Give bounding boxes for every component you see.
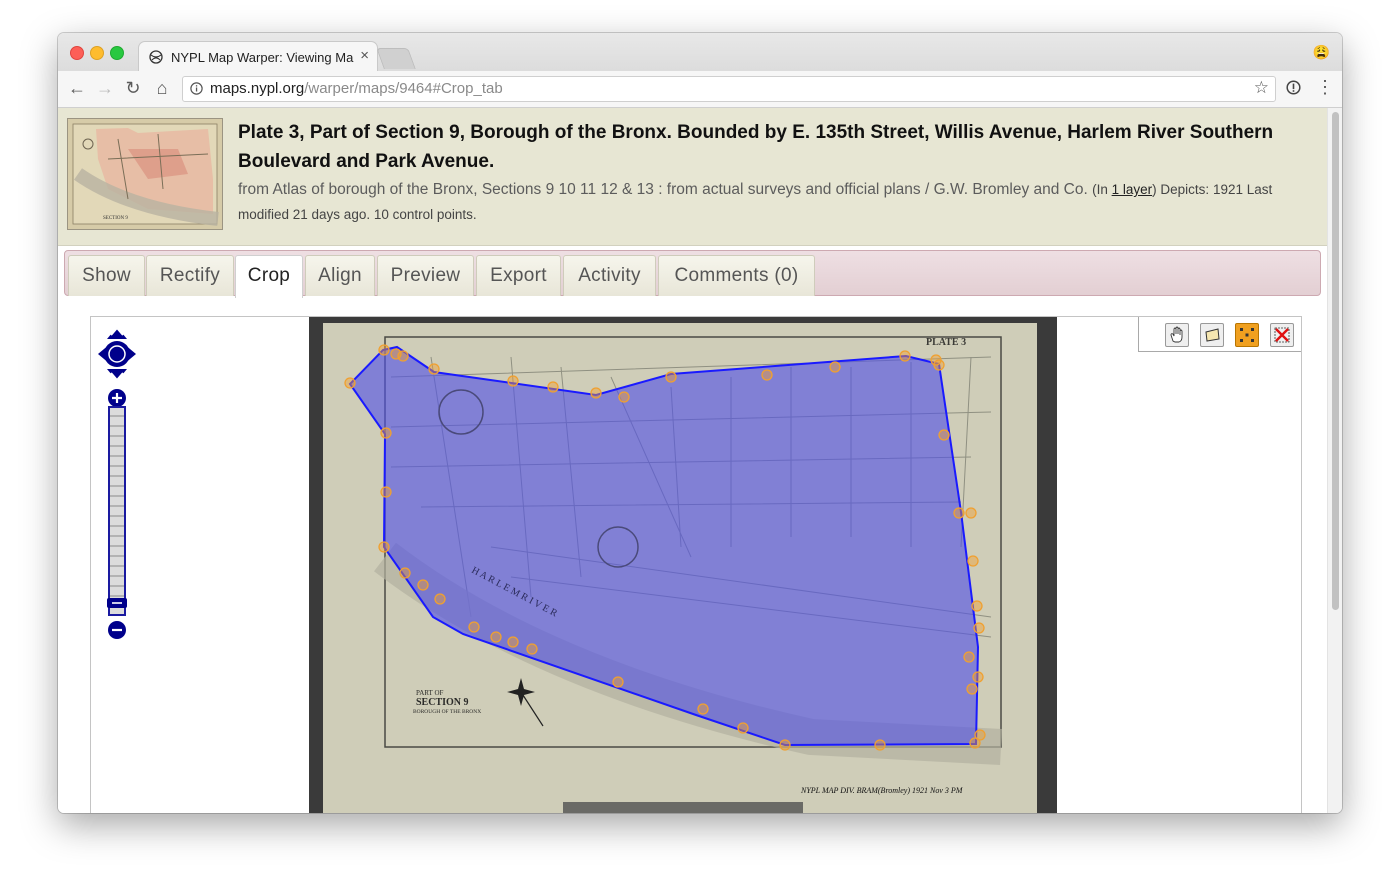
tab-rectify[interactable]: Rectify (146, 255, 234, 296)
handwritten-note: NYPL MAP DIV. BRAM(Bromley) 1921 Nov 3 P… (800, 786, 964, 795)
browser-toolbar: ← → ↻ ⌂ maps.nypl.org/warper/maps/9464#C… (58, 71, 1342, 108)
zoom-slider-track[interactable] (108, 406, 126, 616)
control-points: 10 control points. (373, 207, 477, 222)
close-window-button[interactable] (70, 46, 84, 60)
svg-text:SECTION 9: SECTION 9 (103, 216, 128, 221)
edit-toolbar (1138, 317, 1301, 352)
tab-bar: NYPL Map Warper: Viewing Ma × 😩 (58, 33, 1342, 72)
depicts-year: Depicts: 1921 (1160, 182, 1243, 197)
zoom-control[interactable] (107, 389, 127, 639)
tab-close-icon[interactable]: × (360, 47, 369, 64)
pan-control[interactable] (98, 326, 136, 382)
pan-icon[interactable] (1165, 323, 1189, 347)
browser-window: NYPL Map Warper: Viewing Ma × 😩 ← → ↻ ⌂ … (58, 33, 1342, 813)
new-tab-button[interactable] (376, 48, 416, 69)
back-arrow-icon[interactable]: ← (66, 78, 88, 98)
home-icon[interactable]: ⌂ (151, 78, 173, 98)
url-host: maps.nypl.org (210, 80, 305, 97)
map-title: Plate 3, Part of Section 9, Borough of t… (238, 122, 1274, 172)
map-meta: from Atlas of borough of the Bronx, Sect… (238, 177, 1318, 227)
info-icon[interactable] (190, 82, 203, 95)
map-source: from Atlas of borough of the Bronx, Sect… (238, 181, 1088, 198)
zoom-window-button[interactable] (110, 46, 124, 60)
layer-suffix: ) (1152, 182, 1157, 197)
page-content: SECTION 9 Plate 3, Part of Section 9, Bo… (58, 108, 1327, 813)
tab-activity[interactable]: Activity (563, 255, 656, 296)
bookmark-star-icon[interactable]: ☆ (1254, 78, 1269, 98)
forward-arrow-icon[interactable]: → (94, 78, 116, 98)
globe-icon (149, 50, 163, 64)
reload-icon[interactable]: ↻ (122, 78, 144, 98)
browser-tab[interactable]: NYPL Map Warper: Viewing Ma × (138, 41, 378, 72)
map-canvas[interactable]: PLATE 3 PART OF SECTION 9 BOROUGH OF THE… (91, 317, 1301, 813)
delete-icon[interactable] (1270, 323, 1294, 347)
page-scrollbar[interactable] (1327, 108, 1342, 813)
map-tabs: Show Rectify Crop Align Preview Export A… (64, 250, 1321, 298)
plate-label: PLATE 3 (926, 337, 966, 348)
scrollbar-thumb[interactable] (1332, 112, 1339, 610)
extension-info-icon[interactable] (1286, 80, 1301, 95)
map-thumbnail[interactable]: SECTION 9 (67, 118, 223, 230)
profile-icon[interactable]: 😩 (1313, 44, 1330, 61)
address-bar[interactable]: maps.nypl.org/warper/maps/9464#Crop_tab … (182, 76, 1276, 102)
tab-title: NYPL Map Warper: Viewing Ma (171, 50, 354, 65)
tab-export[interactable]: Export (476, 255, 561, 296)
layer-prefix: (In (1092, 182, 1112, 197)
browser-menu-icon[interactable]: ⋮ (1316, 77, 1334, 98)
section-label-2: SECTION 9 (416, 697, 469, 708)
layer-link[interactable]: 1 layer (1112, 182, 1153, 197)
minimize-window-button[interactable] (90, 46, 104, 60)
tab-comments[interactable]: Comments (0) (658, 255, 815, 296)
tab-crop[interactable]: Crop (235, 255, 303, 298)
zoom-box-icon[interactable] (1200, 323, 1224, 347)
tab-show[interactable]: Show (68, 255, 145, 296)
modify-polygon-icon[interactable] (1235, 323, 1259, 347)
section-label-1: PART OF (416, 689, 444, 697)
tab-preview[interactable]: Preview (377, 255, 474, 296)
map-thumbnail-image: SECTION 9 (68, 119, 222, 229)
map-viewer[interactable]: PLATE 3 PART OF SECTION 9 BOROUGH OF THE… (90, 316, 1302, 813)
tab-align[interactable]: Align (305, 255, 375, 296)
section-label-3: BOROUGH OF THE BRONX (413, 709, 481, 715)
map-header: SECTION 9 Plate 3, Part of Section 9, Bo… (58, 108, 1327, 246)
scan-ruler (563, 802, 803, 813)
url-path: /warper/maps/9464#Crop_tab (304, 80, 503, 97)
url-text: maps.nypl.org/warper/maps/9464#Crop_tab (210, 80, 503, 97)
